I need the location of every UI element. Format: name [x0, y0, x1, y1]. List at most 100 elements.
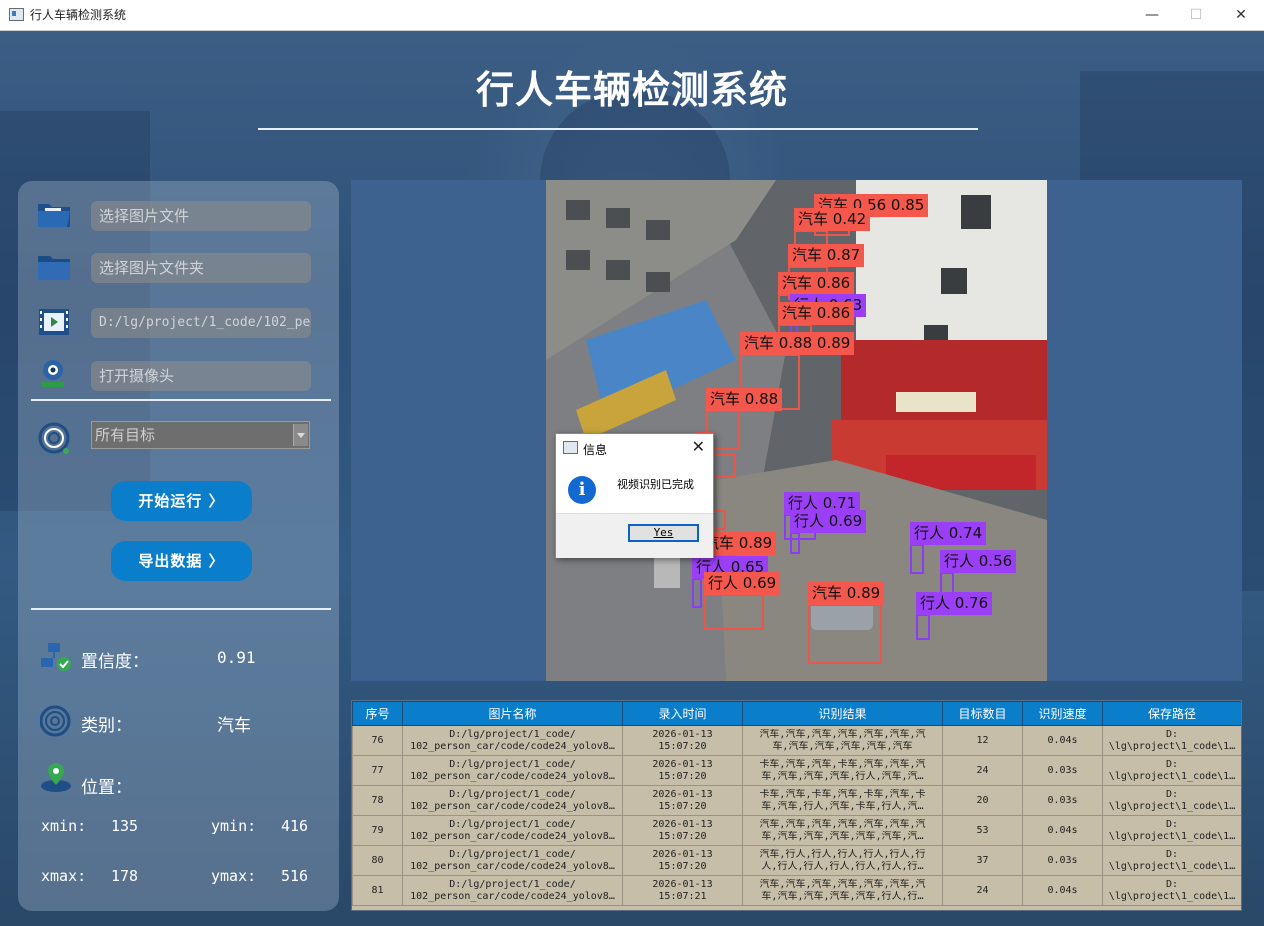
table-cell: 2026-01-13 15:07:20	[622, 845, 743, 876]
cell-text: 2026-01-13	[652, 788, 713, 800]
start-run-button[interactable]: 开始运行 〉	[111, 481, 252, 521]
detection-label: 行人 0.56	[940, 550, 1017, 573]
table-cell: D:/lg/project/1_code/102_person_car/code…	[402, 875, 623, 906]
table-cell: D:/lg/project/1_code/102_person_car/code…	[402, 815, 623, 846]
table-cell: 53	[942, 815, 1023, 846]
close-button[interactable]: ✕	[1218, 0, 1264, 30]
target-icon	[38, 422, 70, 454]
table-cell: 汽车,汽车,汽车,汽车,汽车,汽车,汽 车,汽车,汽车,汽车,汽车,汽车,汽…	[742, 815, 943, 846]
divider	[31, 608, 331, 610]
table-row[interactable]: 77 D:/lg/project/1_code/102_person_car/co…	[352, 755, 1241, 786]
table-cell: 80	[352, 845, 403, 876]
dialog-message: 视频识别已完成	[617, 478, 694, 491]
image-folder-icon[interactable]	[36, 198, 72, 230]
confidence-value: 0.91	[217, 648, 256, 667]
target-select-value: 所有目标	[95, 426, 156, 444]
cell-text: 车,汽车,汽车,汽车,汽车,汽车	[772, 740, 913, 752]
detection-label: 汽车 0.87	[788, 244, 865, 267]
cell-text: 102_person_car/code/code24_yolov8…	[410, 740, 615, 752]
table-header-cell[interactable]: 序号	[352, 701, 403, 726]
detection-label: 行人 0.69	[704, 572, 781, 595]
cell-text: D:	[1165, 848, 1179, 860]
table-cell: 0.04s	[1022, 875, 1103, 906]
app-body: 行人车辆检测系统 选择图片文件 选择图片文件夹 D:/lg/project/1_…	[0, 31, 1264, 926]
cell-text: D:	[1165, 728, 1179, 740]
cell-text: 2026-01-13	[652, 818, 713, 830]
video-file-icon[interactable]	[36, 306, 72, 338]
cell-text: 15:07:21	[658, 890, 707, 902]
table-cell: 汽车,汽车,汽车,汽车,汽车,汽车,汽 车,汽车,汽车,汽车,汽车,行人,行…	[742, 875, 943, 906]
cell-text: 15:07:20	[658, 830, 707, 842]
image-folder-input[interactable]: 选择图片文件夹	[91, 253, 311, 283]
table-cell: 0.03s	[1022, 755, 1103, 786]
cell-text: D:/lg/project/1_code/	[449, 818, 576, 830]
yes-button[interactable]: Yes	[628, 524, 699, 542]
table-cell: 24	[942, 875, 1023, 906]
cell-text: D:	[1165, 758, 1179, 770]
table-cell: 0.04s	[1022, 725, 1103, 756]
table-cell: 81	[352, 875, 403, 906]
table-cell: 2026-01-13 15:07:20	[622, 755, 743, 786]
cell-text: \lg\project\1_code\1…	[1108, 830, 1236, 842]
table-cell: D: \lg\project\1_code\1…	[1102, 725, 1241, 756]
table-header-cell[interactable]: 保存路径	[1102, 701, 1241, 726]
cell-text: D:/lg/project/1_code/	[449, 878, 576, 890]
table-cell: 汽车,行人,行人,行人,行人,行人,行 人,行人,行人,行人,行人,行人,行…	[742, 845, 943, 876]
table-header-cell[interactable]: 识别速度	[1022, 701, 1103, 726]
results-table[interactable]: 序号 图片名称 录入时间 识别结果 目标数目 识别速度 保存路径 76 D:/lg/proje…	[351, 700, 1242, 911]
detection-label: 行人 0.76	[916, 592, 993, 615]
table-header-cell[interactable]: 识别结果	[742, 701, 943, 726]
cell-text: 2026-01-13	[652, 848, 713, 860]
cell-text: 0.03s	[1047, 794, 1078, 806]
divider	[31, 399, 331, 401]
table-row[interactable]: 76 D:/lg/project/1_code/102_person_car/co…	[352, 725, 1241, 756]
class-value: 汽车	[217, 716, 251, 736]
maximize-button[interactable]: ☐	[1173, 0, 1219, 30]
video-path-input[interactable]: D:/lg/project/1_code/102_person_car/code…	[91, 308, 311, 338]
pedestrian-detection-box: 行人 0.76	[916, 592, 993, 640]
info-icon: i	[568, 476, 596, 504]
table-cell: D:/lg/project/1_code/102_person_car/code…	[402, 785, 623, 816]
table-header-cell[interactable]: 目标数目	[942, 701, 1023, 726]
cell-text: D:/lg/project/1_code/	[449, 728, 576, 740]
export-data-button[interactable]: 导出数据 〉	[111, 541, 252, 581]
cell-text: 102_person_car/code/code24_yolov8…	[410, 770, 615, 782]
class-label: 类别：	[81, 716, 132, 736]
target-select[interactable]: 所有目标	[91, 421, 310, 449]
table-row[interactable]: 79 D:/lg/project/1_code/102_person_car/co…	[352, 815, 1241, 846]
table-header-cell[interactable]: 录入时间	[622, 701, 743, 726]
minimize-button[interactable]: —	[1129, 0, 1175, 30]
concentric-rings-icon	[40, 705, 71, 737]
table-row[interactable]: 81 D:/lg/project/1_code/102_person_car/co…	[352, 875, 1241, 906]
chevron-down-icon[interactable]	[293, 424, 308, 446]
table-cell: 2026-01-13 15:07:20	[622, 785, 743, 816]
cell-text: 24	[976, 884, 989, 896]
image-file-input[interactable]: 选择图片文件	[91, 201, 311, 231]
cell-text: 卡车,汽车,卡车,汽车,卡车,汽车,卡	[759, 788, 926, 800]
table-cell: 0.04s	[1022, 815, 1103, 846]
confidence-label: 置信度：	[81, 652, 149, 672]
cell-text: D:/lg/project/1_code/	[449, 758, 576, 770]
table-row[interactable]: 80 D:/lg/project/1_code/102_person_car/co…	[352, 845, 1241, 876]
cell-text: 车,汽车,汽车,汽车,汽车,汽车,汽…	[761, 830, 924, 842]
webcam-icon[interactable]	[36, 358, 72, 390]
pedestrian-detection-box: 行人 0.65	[692, 556, 769, 608]
cell-text: 0.03s	[1047, 764, 1078, 776]
cell-text: 汽车,汽车,汽车,汽车,汽车,汽车,汽	[759, 878, 926, 890]
detection-label: 行人 0.69	[790, 510, 867, 533]
cell-text: 80	[371, 854, 384, 866]
detection-label: 汽车 0.86	[778, 302, 855, 325]
table-row[interactable]: 78 D:/lg/project/1_code/102_person_car/co…	[352, 785, 1241, 816]
folder-icon[interactable]	[36, 251, 72, 283]
dialog-close-icon[interactable]: ✕	[692, 437, 705, 456]
table-cell: 78	[352, 785, 403, 816]
ymax-value: 516	[281, 867, 309, 885]
cell-text: D:	[1165, 788, 1179, 800]
cell-text: 车,汽车,汽车,汽车,汽车,行人,行…	[761, 890, 924, 902]
title-underline	[258, 128, 978, 130]
cell-text: 人,行人,行人,行人,行人,行人,行…	[761, 860, 924, 872]
ymin-value: 416	[281, 817, 309, 835]
table-body: 76 D:/lg/project/1_code/102_person_car/co…	[352, 725, 1241, 906]
table-header-cell[interactable]: 图片名称	[402, 701, 623, 726]
camera-input[interactable]: 打开摄像头	[91, 361, 311, 391]
